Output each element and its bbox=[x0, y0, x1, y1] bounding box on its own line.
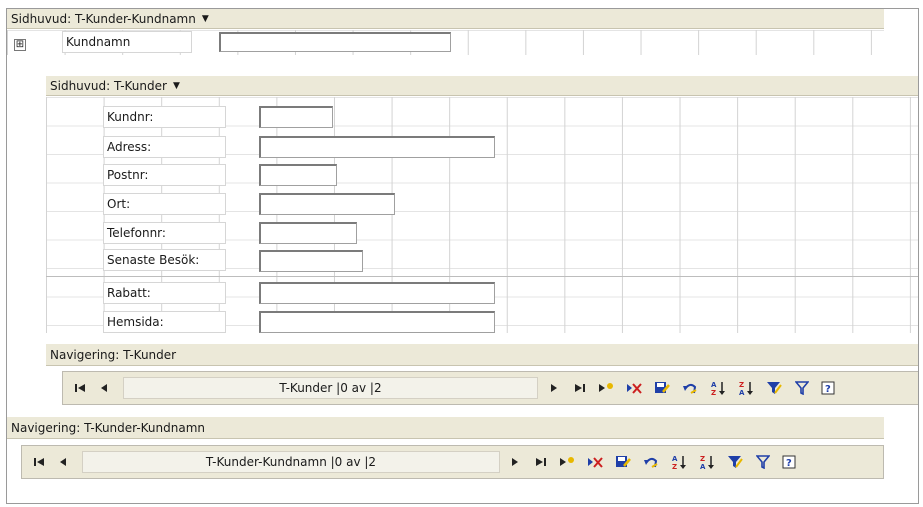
rabatt-field[interactable] bbox=[259, 282, 495, 304]
svg-text:A: A bbox=[739, 389, 745, 396]
toggle-filter-icon[interactable] bbox=[791, 377, 813, 399]
delete-record-icon[interactable] bbox=[623, 377, 645, 399]
sort-ascending-icon[interactable]: AZ bbox=[668, 451, 690, 473]
outer-navigation-title: Navigering: T-Kunder-Kundnamn bbox=[11, 420, 206, 435]
previous-record-icon[interactable] bbox=[52, 451, 74, 473]
new-record-icon[interactable] bbox=[595, 377, 617, 399]
inner-page-header-band[interactable]: Sidhuvud: T-Kunder ▼ bbox=[46, 76, 918, 96]
hemsida-field[interactable] bbox=[259, 311, 495, 333]
undo-icon[interactable] bbox=[679, 377, 701, 399]
inner-record-counter: T-Kunder |0 av |2 bbox=[123, 377, 538, 399]
svg-text:?: ? bbox=[825, 384, 831, 395]
filter-by-selection-icon[interactable] bbox=[763, 377, 785, 399]
outer-header-dropdown-icon[interactable]: ▼ bbox=[202, 14, 209, 24]
outer-page-header-title: Sidhuvud: T-Kunder-Kundnamn bbox=[11, 11, 196, 26]
toggle-filter-icon[interactable] bbox=[752, 451, 774, 473]
inner-page-header-title: Sidhuvud: T-Kunder bbox=[50, 78, 167, 93]
previous-record-icon[interactable] bbox=[93, 377, 115, 399]
last-record-icon[interactable] bbox=[569, 377, 591, 399]
undo-icon[interactable] bbox=[640, 451, 662, 473]
postnr-label: Postnr: bbox=[103, 164, 226, 186]
sort-descending-icon[interactable]: ZA bbox=[696, 451, 718, 473]
delete-record-icon[interactable] bbox=[584, 451, 606, 473]
svg-text:Z: Z bbox=[739, 381, 744, 389]
svg-text:Z: Z bbox=[711, 389, 716, 396]
save-record-icon[interactable] bbox=[651, 377, 673, 399]
help-icon[interactable]: ? bbox=[817, 377, 839, 399]
save-record-icon[interactable] bbox=[612, 451, 634, 473]
telefonnr-field[interactable] bbox=[259, 222, 357, 244]
inner-navigation-bar: T-Kunder |0 av |2 AZ ZA ? bbox=[62, 371, 918, 405]
filter-by-selection-icon[interactable] bbox=[724, 451, 746, 473]
outer-page-header-band[interactable]: Sidhuvud: T-Kunder-Kundnamn ▼ bbox=[7, 9, 884, 29]
kundnr-field[interactable] bbox=[259, 106, 333, 128]
hemsida-label: Hemsida: bbox=[103, 311, 226, 333]
svg-text:?: ? bbox=[786, 458, 792, 469]
svg-text:Z: Z bbox=[672, 463, 677, 470]
sort-ascending-icon[interactable]: AZ bbox=[707, 377, 729, 399]
adress-label: Adress: bbox=[103, 136, 226, 158]
new-record-icon[interactable] bbox=[556, 451, 578, 473]
ort-field[interactable] bbox=[259, 193, 395, 215]
kundnr-label: Kundnr: bbox=[103, 106, 226, 128]
senaste-besok-field[interactable] bbox=[259, 250, 363, 272]
adress-field[interactable] bbox=[259, 136, 495, 158]
inner-navigation-title: Navigering: T-Kunder bbox=[50, 347, 177, 362]
svg-text:A: A bbox=[711, 381, 717, 389]
telefonnr-label: Telefonnr: bbox=[103, 222, 226, 244]
next-record-icon[interactable] bbox=[504, 451, 526, 473]
first-record-icon[interactable] bbox=[28, 451, 50, 473]
help-icon[interactable]: ? bbox=[778, 451, 800, 473]
expand-icon[interactable]: ⊞ bbox=[14, 39, 26, 51]
rabatt-label: Rabatt: bbox=[103, 282, 226, 304]
report-design-canvas: Sidhuvud: T-Kunder-Kundnamn ▼ ⊞ Kundnamn… bbox=[6, 8, 919, 504]
kundnamn-label: Kundnamn bbox=[62, 31, 192, 53]
svg-text:Z: Z bbox=[700, 455, 705, 463]
kundnamn-field[interactable] bbox=[219, 32, 451, 52]
next-record-icon[interactable] bbox=[543, 377, 565, 399]
svg-text:A: A bbox=[700, 463, 706, 470]
postnr-field[interactable] bbox=[259, 164, 337, 186]
section-divider bbox=[46, 276, 918, 277]
ort-label: Ort: bbox=[103, 193, 226, 215]
first-record-icon[interactable] bbox=[69, 377, 91, 399]
last-record-icon[interactable] bbox=[530, 451, 552, 473]
inner-header-dropdown-icon[interactable]: ▼ bbox=[173, 81, 180, 91]
senaste-besok-label: Senaste Besök: bbox=[103, 249, 226, 271]
inner-navigation-band[interactable]: Navigering: T-Kunder bbox=[46, 344, 918, 366]
sort-descending-icon[interactable]: ZA bbox=[735, 377, 757, 399]
outer-navigation-bar: T-Kunder-Kundnamn |0 av |2 AZ ZA ? bbox=[21, 445, 884, 479]
outer-record-counter: T-Kunder-Kundnamn |0 av |2 bbox=[82, 451, 500, 473]
outer-navigation-band[interactable]: Navigering: T-Kunder-Kundnamn bbox=[7, 417, 884, 439]
svg-text:A: A bbox=[672, 455, 678, 463]
